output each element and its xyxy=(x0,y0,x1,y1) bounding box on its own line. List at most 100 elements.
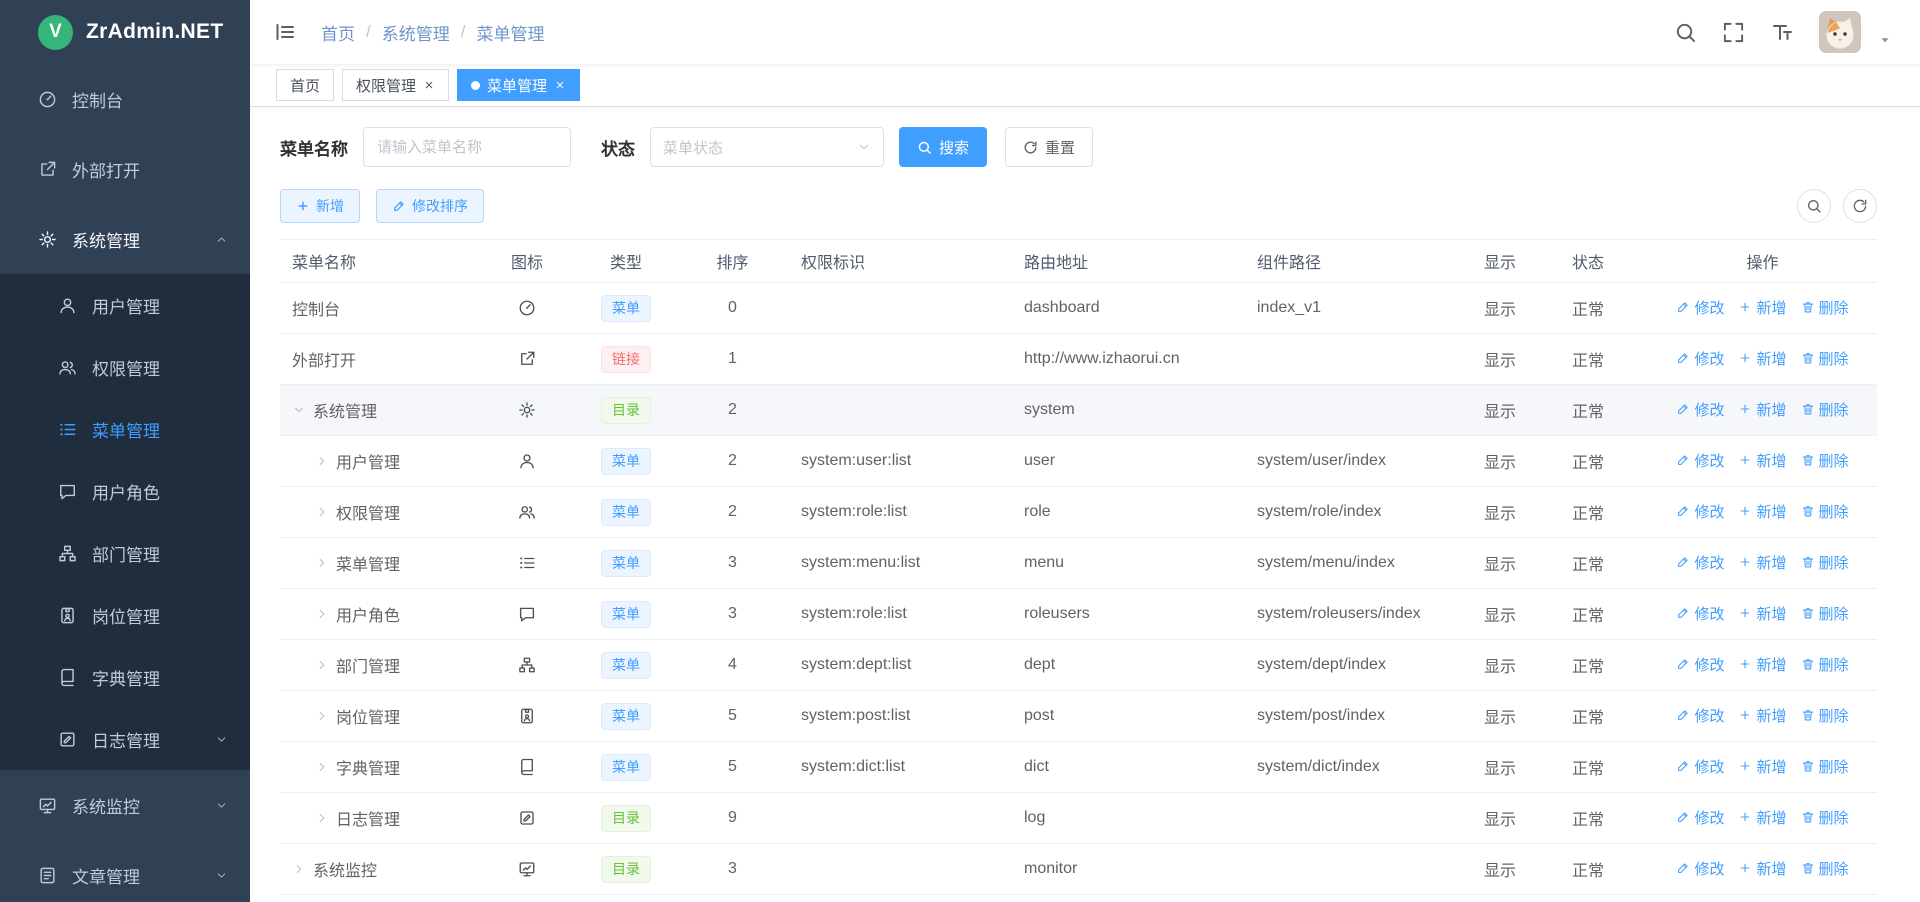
refresh-button[interactable] xyxy=(1843,189,1877,223)
external-link-icon xyxy=(38,160,57,179)
edit-link[interactable]: 修改 xyxy=(1676,552,1724,573)
font-size-icon[interactable] xyxy=(1770,20,1794,44)
col-header-route: 路由地址 xyxy=(1012,240,1245,283)
table-row[interactable]: 字典管理菜单5system:dict:listdictsystem/dict/i… xyxy=(280,742,1877,793)
chevron-down-icon[interactable] xyxy=(1878,33,1892,47)
delete-link[interactable]: 删除 xyxy=(1801,297,1849,318)
delete-link[interactable]: 删除 xyxy=(1801,450,1849,471)
add-link[interactable]: 新增 xyxy=(1738,705,1786,726)
edit-link[interactable]: 修改 xyxy=(1676,756,1724,777)
view-tab[interactable]: 权限管理 xyxy=(342,69,449,101)
edit-link[interactable]: 修改 xyxy=(1676,858,1724,879)
edit-sort-button[interactable]: 修改排序 xyxy=(376,189,484,223)
table-row[interactable]: 控制台菜单0dashboardindex_v1显示正常修改新增删除 xyxy=(280,283,1877,334)
table-row[interactable]: 系统管理目录2system显示正常修改新增删除 xyxy=(280,385,1877,436)
component-value xyxy=(1245,334,1472,385)
trash-icon xyxy=(1801,810,1815,824)
type-tag: 菜单 xyxy=(601,499,651,526)
edit-link[interactable]: 修改 xyxy=(1676,348,1724,369)
tree-expand-icon[interactable] xyxy=(315,505,329,519)
search-icon[interactable] xyxy=(1674,21,1697,44)
hamburger-icon[interactable] xyxy=(273,20,297,44)
table-row[interactable]: 菜单管理菜单3system:menu:listmenusystem/menu/i… xyxy=(280,538,1877,589)
add-link[interactable]: 新增 xyxy=(1738,654,1786,675)
reset-button[interactable]: 重置 xyxy=(1005,127,1093,167)
table-row[interactable]: 用户管理菜单2system:user:listusersystem/user/i… xyxy=(280,436,1877,487)
table-row[interactable]: 部门管理菜单4system:dept:listdeptsystem/dept/i… xyxy=(280,640,1877,691)
status-select[interactable]: 菜单状态 xyxy=(650,127,884,167)
edit-link[interactable]: 修改 xyxy=(1676,450,1724,471)
edit-link[interactable]: 修改 xyxy=(1676,297,1724,318)
view-tab[interactable]: 菜单管理 xyxy=(457,69,580,101)
delete-link[interactable]: 删除 xyxy=(1801,501,1849,522)
tree-expand-icon[interactable] xyxy=(315,658,329,672)
tree-expand-icon[interactable] xyxy=(315,607,329,621)
sidebar-item[interactable]: 外部打开 xyxy=(0,134,250,204)
sidebar-item[interactable]: 日志管理 xyxy=(0,708,250,770)
sidebar-item[interactable]: 控制台 xyxy=(0,64,250,134)
tree-expand-icon[interactable] xyxy=(315,709,329,723)
edit-link[interactable]: 修改 xyxy=(1676,654,1724,675)
delete-link[interactable]: 删除 xyxy=(1801,348,1849,369)
view-tab[interactable]: 首页 xyxy=(276,69,334,101)
close-icon[interactable] xyxy=(554,79,566,91)
edit-link[interactable]: 修改 xyxy=(1676,807,1724,828)
sidebar-item[interactable]: 字典管理 xyxy=(0,646,250,708)
add-link[interactable]: 新增 xyxy=(1738,501,1786,522)
add-link[interactable]: 新增 xyxy=(1738,297,1786,318)
sidebar-item[interactable]: 系统监控 xyxy=(0,770,250,840)
delete-link[interactable]: 删除 xyxy=(1801,756,1849,777)
delete-link[interactable]: 删除 xyxy=(1801,603,1849,624)
sidebar-item[interactable]: 岗位管理 xyxy=(0,584,250,646)
sidebar-item[interactable]: 菜单管理 xyxy=(0,398,250,460)
search-button[interactable]: 搜索 xyxy=(899,127,987,167)
add-link[interactable]: 新增 xyxy=(1738,603,1786,624)
delete-link[interactable]: 删除 xyxy=(1801,807,1849,828)
delete-link[interactable]: 删除 xyxy=(1801,654,1849,675)
tree-expand-icon[interactable] xyxy=(315,454,329,468)
edit-link[interactable]: 修改 xyxy=(1676,705,1724,726)
edit-link[interactable]: 修改 xyxy=(1676,603,1724,624)
add-button[interactable]: 新增 xyxy=(280,189,360,223)
table-row[interactable]: 权限管理菜单2system:role:listrolesystem/role/i… xyxy=(280,487,1877,538)
table-row[interactable]: 用户角色菜单3system:role:listroleuserssystem/r… xyxy=(280,589,1877,640)
fullscreen-icon[interactable] xyxy=(1722,21,1745,44)
table-row[interactable]: 岗位管理菜单5system:post:listpostsystem/post/i… xyxy=(280,691,1877,742)
add-link[interactable]: 新增 xyxy=(1738,552,1786,573)
delete-link[interactable]: 删除 xyxy=(1801,705,1849,726)
add-link[interactable]: 新增 xyxy=(1738,858,1786,879)
tree-collapse-icon[interactable] xyxy=(292,403,306,417)
breadcrumb-item[interactable]: 系统管理 xyxy=(382,20,450,45)
add-link[interactable]: 新增 xyxy=(1738,399,1786,420)
table-row[interactable]: 日志管理目录9log显示正常修改新增删除 xyxy=(280,793,1877,844)
table-row[interactable]: 外部打开链接1http://www.izhaorui.cn显示正常修改新增删除 xyxy=(280,334,1877,385)
delete-link[interactable]: 删除 xyxy=(1801,858,1849,879)
show-search-button[interactable] xyxy=(1797,189,1831,223)
edit-link[interactable]: 修改 xyxy=(1676,501,1724,522)
col-header-actions: 操作 xyxy=(1648,240,1877,283)
table-row[interactable]: 系统监控目录3monitor显示正常修改新增删除 xyxy=(280,844,1877,895)
breadcrumb-item[interactable]: 菜单管理 xyxy=(476,20,544,45)
tree-expand-icon[interactable] xyxy=(315,556,329,570)
delete-link[interactable]: 删除 xyxy=(1801,399,1849,420)
add-link[interactable]: 新增 xyxy=(1738,756,1786,777)
sidebar-item[interactable]: 权限管理 xyxy=(0,336,250,398)
delete-link[interactable]: 删除 xyxy=(1801,552,1849,573)
add-link[interactable]: 新增 xyxy=(1738,807,1786,828)
sidebar-item[interactable]: 文章管理 xyxy=(0,840,250,902)
close-icon[interactable] xyxy=(423,79,435,91)
tree-expand-icon[interactable] xyxy=(292,862,306,876)
sidebar-item[interactable]: 用户管理 xyxy=(0,274,250,336)
breadcrumb-item[interactable]: 首页 xyxy=(321,20,355,45)
tree-expand-icon[interactable] xyxy=(315,760,329,774)
add-link[interactable]: 新增 xyxy=(1738,450,1786,471)
sidebar-item[interactable]: 系统管理 xyxy=(0,204,250,274)
sidebar-item[interactable]: 部门管理 xyxy=(0,522,250,584)
user-avatar[interactable] xyxy=(1819,11,1861,53)
edit-link[interactable]: 修改 xyxy=(1676,399,1724,420)
add-link[interactable]: 新增 xyxy=(1738,348,1786,369)
menu-name: 系统管理 xyxy=(313,398,377,422)
menu-name-input[interactable] xyxy=(363,127,571,167)
tree-expand-icon[interactable] xyxy=(315,811,329,825)
sidebar-item[interactable]: 用户角色 xyxy=(0,460,250,522)
